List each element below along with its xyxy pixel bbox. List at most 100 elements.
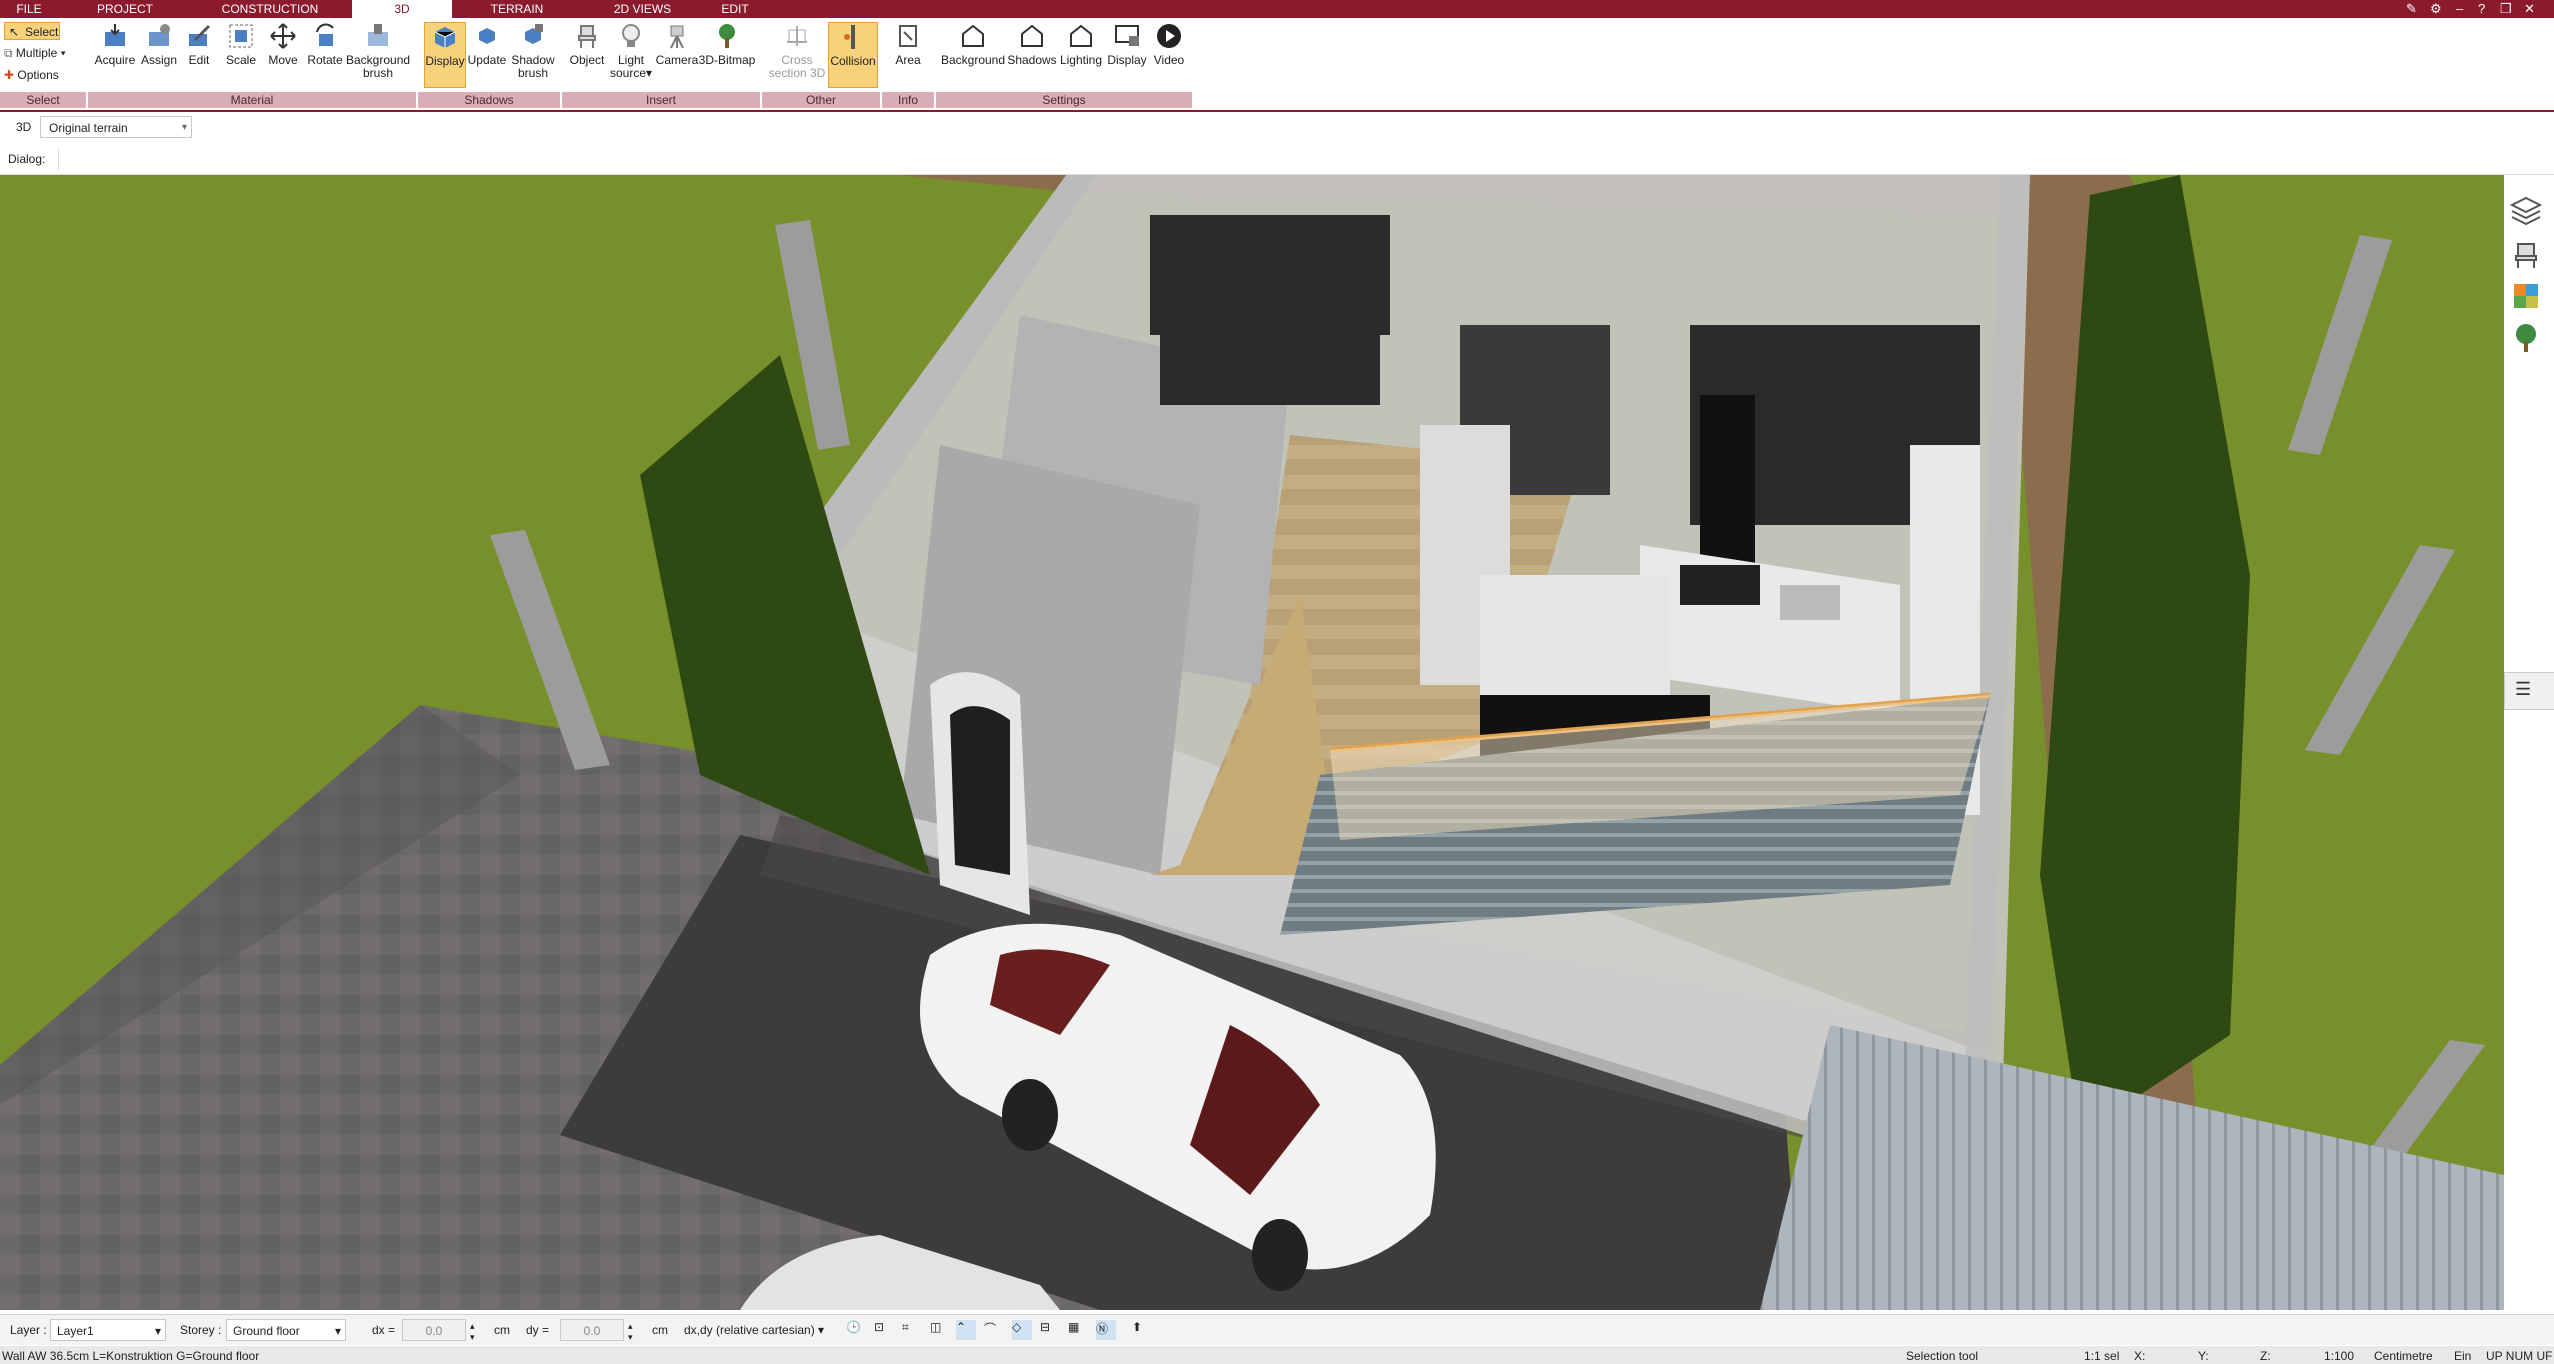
snap-object-icon[interactable]: ◫ — [930, 1320, 950, 1340]
pin-icon[interactable]: ✎ — [2406, 0, 2417, 18]
unit-value: Centimetre — [2374, 1349, 2433, 1363]
guide-icon[interactable]: ⊟ — [1040, 1320, 1060, 1340]
shadows-settings-label: Shadows — [1007, 53, 1057, 67]
cross-section-3d-button[interactable]: Cross section 3D — [768, 22, 826, 80]
plants-catalog-icon[interactable] — [2508, 320, 2544, 356]
move-icon — [270, 23, 296, 49]
display-shadows-label: Display — [425, 54, 465, 68]
angle-snap-icon[interactable]: ⌒ — [984, 1320, 1004, 1340]
dx-input[interactable]: 0.0 — [402, 1319, 466, 1341]
lighting-settings-button[interactable]: Lighting — [1056, 22, 1106, 67]
area-button[interactable]: Area — [886, 22, 930, 67]
dy-label: dy = — [526, 1323, 550, 1337]
restore-icon[interactable]: ❐ — [2500, 0, 2512, 18]
status-bar: Layer : Layer1 ▾ Storey : Ground floor ▾… — [0, 1314, 2554, 1345]
ortho-icon[interactable]: ⌃ — [956, 1320, 976, 1340]
3d-scene[interactable] — [0, 175, 2504, 1310]
menu-bar: FILE PROJECT CONSTRUCTION 3D TERRAIN 2D … — [0, 0, 2554, 18]
clock-icon[interactable]: 🕒 — [846, 1320, 866, 1340]
menu-tab-2d-views[interactable]: 2D VIEWS — [590, 0, 695, 18]
move-button[interactable]: Move — [262, 22, 304, 67]
snap-point-icon[interactable]: ⊡ — [874, 1320, 894, 1340]
dialog-bar: Dialog: — [0, 144, 2554, 175]
background-brush-button[interactable]: Background brush — [346, 22, 410, 80]
rotate-label: Rotate — [307, 53, 343, 67]
grid-icon[interactable]: ▦ — [1068, 1320, 1088, 1340]
dx-label: dx = — [372, 1323, 396, 1337]
panel-toggle-button[interactable]: ☰ — [2504, 672, 2554, 710]
x-coordinate-label: X: — [2134, 1349, 2146, 1363]
layer-dropdown[interactable]: Layer1 ▾ — [50, 1319, 166, 1341]
storey-label: Storey : — [180, 1323, 222, 1337]
menu-tab-3d[interactable]: 3D — [352, 0, 452, 18]
multiple-label: Multiple — [15, 46, 58, 60]
help-icon[interactable]: ? — [2478, 0, 2485, 18]
scale-button[interactable]: Scale — [220, 22, 262, 67]
assign-button[interactable]: Assign — [136, 22, 182, 67]
select-button[interactable]: ↖ Select — [4, 22, 60, 40]
3d-viewport[interactable] — [0, 175, 2504, 1310]
display-shadows-button[interactable]: Display — [424, 22, 466, 88]
arrow-up-icon[interactable]: ⬆ — [1132, 1320, 1152, 1340]
acquire-icon — [105, 24, 125, 46]
dialog-label: Dialog: — [4, 148, 59, 170]
acquire-button[interactable]: Acquire — [92, 22, 138, 67]
z-coordinate-label: Z: — [2260, 1349, 2271, 1363]
cooktop — [1680, 565, 1760, 605]
storey-dropdown[interactable]: Ground floor ▾ — [226, 1319, 346, 1341]
coord-mode-value: dx,dy (relative cartesian) — [684, 1323, 815, 1337]
options-button[interactable]: ✚ Options — [4, 68, 59, 82]
edit-material-icon — [189, 24, 211, 46]
object-button[interactable]: Object — [566, 22, 608, 67]
shadow-brush-button[interactable]: Shadow brush — [508, 22, 558, 80]
3d-bitmap-button[interactable]: 3D-Bitmap — [698, 22, 756, 67]
close-icon[interactable]: ✕ — [2524, 0, 2535, 18]
menu-tab-construction[interactable]: CONSTRUCTION — [200, 0, 340, 18]
plane-icon[interactable]: ◇ — [1012, 1320, 1032, 1340]
north-icon[interactable]: Ⓝ — [1096, 1320, 1116, 1340]
house-shadow-icon — [1021, 24, 1043, 47]
selection-count: 1:1 sel — [2084, 1349, 2120, 1363]
menu-tab-file[interactable]: FILE — [0, 0, 58, 18]
edit-material-label: Edit — [188, 53, 210, 67]
coord-mode-dropdown[interactable]: dx,dy (relative cartesian) ▾ — [678, 1319, 828, 1341]
acquire-label: Acquire — [94, 53, 136, 67]
shadow-brush-label-1: Shadow — [511, 53, 555, 67]
terrain-dropdown[interactable]: Original terrain ▾ — [40, 116, 192, 138]
furniture-catalog-icon[interactable] — [2508, 236, 2544, 272]
background-brush-label-2: brush — [362, 66, 394, 80]
assign-icon — [149, 24, 170, 46]
group-select: Select — [0, 92, 86, 108]
background-settings-button[interactable]: Background — [940, 22, 1006, 67]
multiple-icon: ⧉ — [4, 46, 13, 60]
camera-label: Camera — [655, 53, 699, 67]
background-brush-icon — [368, 24, 388, 46]
update-shadows-label: Update — [467, 53, 507, 67]
collision-button[interactable]: Collision — [828, 22, 878, 88]
rotate-button[interactable]: Rotate — [302, 22, 348, 67]
minimize-icon[interactable]: – — [2456, 0, 2463, 18]
video-button[interactable]: Video — [1148, 22, 1190, 67]
display-settings-button[interactable]: Display — [1104, 22, 1150, 67]
scale-icon — [229, 24, 253, 48]
dx-unit: cm — [494, 1323, 510, 1337]
camera-button[interactable]: Camera — [654, 22, 700, 67]
settings-icon[interactable]: ⚙ — [2430, 0, 2442, 18]
layers-icon[interactable] — [2508, 192, 2544, 228]
chair-icon — [578, 25, 596, 48]
update-shadows-button[interactable]: Update — [464, 22, 510, 67]
menu-tab-edit[interactable]: EDIT — [710, 0, 760, 18]
shadows-settings-button[interactable]: Shadows — [1006, 22, 1058, 67]
dx-spinner-icon[interactable]: ▴ ▾ — [470, 1321, 475, 1343]
group-insert: Insert — [562, 92, 760, 108]
multiple-button[interactable]: ⧉ Multiple ▾ — [4, 46, 66, 61]
light-source-button[interactable]: Light source▾ — [608, 22, 654, 80]
edit-material-button[interactable]: Edit — [178, 22, 220, 67]
dy-input[interactable]: 0.0 — [560, 1319, 624, 1341]
snap-line-icon[interactable]: ⌗ — [902, 1320, 922, 1340]
dy-unit: cm — [652, 1323, 668, 1337]
menu-tab-project[interactable]: PROJECT — [70, 0, 180, 18]
menu-tab-terrain[interactable]: TERRAIN — [462, 0, 572, 18]
dy-spinner-icon[interactable]: ▴ ▾ — [628, 1321, 633, 1343]
materials-catalog-icon[interactable] — [2508, 278, 2544, 314]
